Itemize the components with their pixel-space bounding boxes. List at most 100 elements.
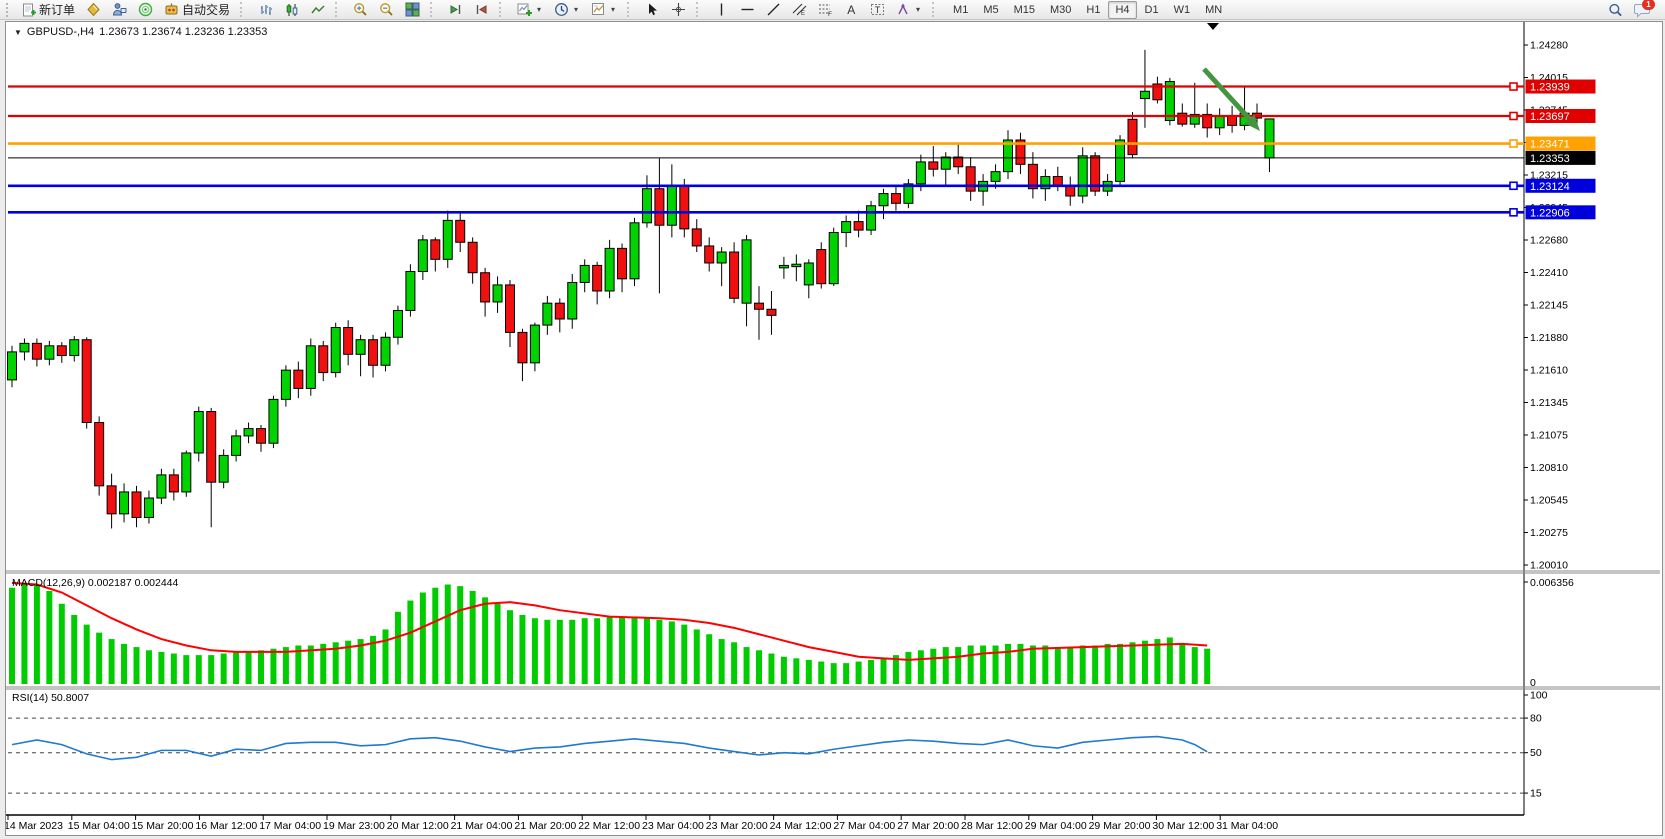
- zoom-out-button[interactable]: [375, 1, 398, 19]
- crosshair-icon: [671, 2, 686, 17]
- market-watch-button[interactable]: [82, 1, 105, 19]
- zoom-in-button[interactable]: [349, 1, 372, 19]
- timeframe-d1[interactable]: D1: [1138, 1, 1166, 19]
- periods-clock-icon: [554, 2, 569, 17]
- macd-label: MACD(12,26,9) 0.002187 0.002444: [12, 577, 179, 589]
- chart-title-bar: GBPUSD-,H4 1.23673 1.23674 1.23236 1.233…: [14, 26, 267, 38]
- svg-text:1.20010: 1.20010: [1530, 560, 1568, 572]
- timeframe-h4[interactable]: H4: [1108, 1, 1136, 19]
- zoom-out-icon: [379, 2, 394, 17]
- text-tool-button[interactable]: A: [840, 1, 863, 19]
- svg-text:28 Mar 12:00: 28 Mar 12:00: [961, 820, 1023, 832]
- horizontal-line-tool-button[interactable]: [736, 1, 759, 19]
- line-chart-mode-icon: [310, 2, 325, 17]
- notification-badge: 1: [1642, 0, 1655, 10]
- timeframe-m15[interactable]: M15: [1007, 1, 1042, 19]
- svg-text:22 Mar 12:00: 22 Mar 12:00: [578, 820, 640, 832]
- toolbar-separator: [696, 2, 704, 17]
- price-level-line-1.23697[interactable]: 1.23697: [8, 109, 1596, 123]
- indicators-dropdown-caret[interactable]: [535, 2, 543, 17]
- main-toolbar: 新订单 自动交易: [0, 0, 1665, 20]
- candlestick-mode-button[interactable]: [280, 1, 303, 19]
- time-axis: 14 Mar 202315 Mar 04:0015 Mar 20:0016 Ma…: [6, 815, 1524, 832]
- navigator-button[interactable]: [108, 1, 131, 19]
- rsi-line: [12, 737, 1207, 760]
- market-watch-icon: [86, 2, 101, 17]
- svg-text:23 Mar 04:00: 23 Mar 04:00: [642, 820, 704, 832]
- tile-windows-button[interactable]: [401, 1, 424, 19]
- vertical-line-icon: [714, 2, 729, 17]
- bar-chart-mode-button[interactable]: [254, 1, 277, 19]
- svg-text:80: 80: [1530, 713, 1542, 725]
- svg-text:1.23697: 1.23697: [1530, 111, 1570, 123]
- price-level-line-1.23353[interactable]: 1.23353: [8, 151, 1596, 165]
- toolbar-separator: [335, 2, 343, 17]
- arrows-tool-button[interactable]: [892, 1, 926, 19]
- chart-shift-button[interactable]: [470, 1, 493, 19]
- svg-text:1.20545: 1.20545: [1530, 495, 1568, 507]
- line-chart-mode-button[interactable]: [306, 1, 329, 19]
- crosshair-tool-button[interactable]: [667, 1, 690, 19]
- svg-text:F: F: [828, 11, 832, 17]
- svg-text:1.22410: 1.22410: [1530, 267, 1568, 279]
- new-order-label: 新订单: [39, 1, 75, 18]
- periods-dropdown-caret[interactable]: [572, 2, 580, 17]
- svg-text:A: A: [847, 3, 855, 17]
- arrow-objects-icon: [896, 2, 911, 17]
- cursor-tool-button[interactable]: [641, 1, 664, 19]
- svg-text:100: 100: [1530, 690, 1548, 702]
- svg-text:15 Mar 20:00: 15 Mar 20:00: [132, 820, 194, 832]
- signals-button[interactable]: [134, 1, 157, 19]
- timeframe-h1[interactable]: H1: [1079, 1, 1107, 19]
- timeframe-w1[interactable]: W1: [1167, 1, 1198, 19]
- auto-scroll-button[interactable]: [444, 1, 467, 19]
- new-order-icon: [21, 2, 36, 17]
- search-icon[interactable]: [1608, 2, 1623, 17]
- indicators-add-icon: [517, 2, 532, 17]
- macd-panel: MACD(12,26,9) 0.002187 0.0024440.0063560: [9, 577, 1574, 689]
- fibonacci-tool-button[interactable]: F: [814, 1, 837, 19]
- text-label-tool-button[interactable]: T: [866, 1, 889, 19]
- channel-tool-button[interactable]: E: [788, 1, 811, 19]
- chart-window: GBPUSD-,H4 1.23673 1.23674 1.23236 1.233…: [5, 21, 1663, 836]
- svg-text:27 Mar 04:00: 27 Mar 04:00: [833, 820, 895, 832]
- timeframe-m30[interactable]: M30: [1043, 1, 1078, 19]
- timeframe-m5[interactable]: M5: [976, 1, 1005, 19]
- timeframe-mn[interactable]: MN: [1198, 1, 1229, 19]
- svg-text:1.20275: 1.20275: [1530, 527, 1568, 539]
- price-level-line-1.23124[interactable]: 1.23124: [8, 179, 1596, 193]
- toolbar-grip[interactable]: [6, 3, 12, 17]
- new-order-button[interactable]: 新订单: [17, 1, 79, 19]
- candles: [8, 50, 1274, 529]
- chart-shift-icon: [474, 2, 489, 17]
- chart-ohlc-values: 1.23673 1.23674 1.23236 1.23353: [99, 26, 267, 38]
- toolbar-separator: [932, 2, 940, 17]
- arrows-dropdown-caret[interactable]: [914, 2, 922, 17]
- trendline-icon: [766, 2, 781, 17]
- svg-text:27 Mar 20:00: 27 Mar 20:00: [897, 820, 959, 832]
- chart-canvas[interactable]: 1.242801.240151.237451.234801.232151.229…: [6, 22, 1660, 833]
- trendline-tool-button[interactable]: [762, 1, 785, 19]
- vertical-line-tool-button[interactable]: [710, 1, 733, 19]
- svg-text:14 Mar 2023: 14 Mar 2023: [6, 820, 63, 832]
- svg-text:1.20810: 1.20810: [1530, 462, 1568, 474]
- timeframe-m1[interactable]: M1: [946, 1, 975, 19]
- indicators-button[interactable]: [513, 1, 547, 19]
- templates-button[interactable]: [587, 1, 621, 19]
- autotrading-button[interactable]: 自动交易: [160, 1, 234, 19]
- svg-text:17 Mar 04:00: 17 Mar 04:00: [259, 820, 321, 832]
- one-click-toggle-icon[interactable]: [14, 28, 22, 37]
- svg-text:1.21880: 1.21880: [1530, 332, 1568, 344]
- price-level-line-1.22906[interactable]: 1.22906: [8, 205, 1596, 219]
- templates-icon: [591, 2, 606, 17]
- price-level-line-1.23471[interactable]: 1.23471: [8, 137, 1596, 151]
- svg-text:1.23471: 1.23471: [1530, 139, 1570, 151]
- svg-text:T: T: [875, 5, 881, 15]
- svg-text:23 Mar 20:00: 23 Mar 20:00: [706, 820, 768, 832]
- periods-button[interactable]: [550, 1, 584, 19]
- price-level-line-1.23939[interactable]: 1.23939: [8, 80, 1596, 94]
- chat-button[interactable]: 1: [1633, 2, 1651, 18]
- fibonacci-icon: F: [818, 2, 833, 17]
- templates-dropdown-caret[interactable]: [609, 2, 617, 17]
- svg-text:0.006356: 0.006356: [1530, 577, 1574, 589]
